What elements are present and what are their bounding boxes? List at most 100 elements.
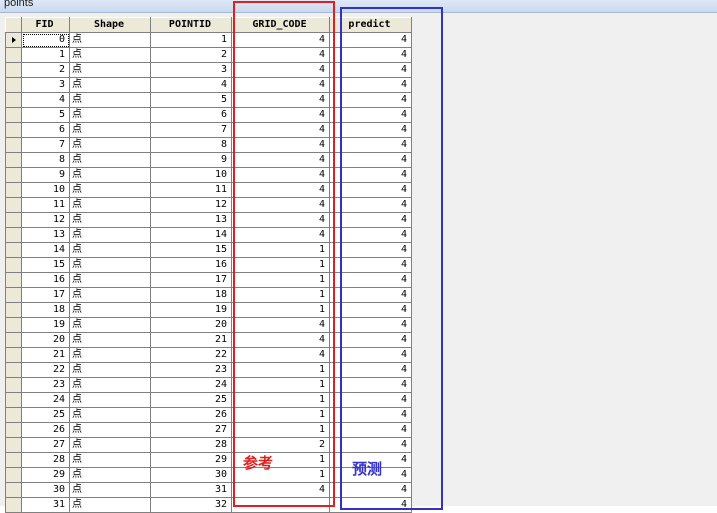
pointid-cell[interactable]: 29 [150,452,232,468]
shape-cell[interactable]: 点 [69,182,151,198]
fid-cell[interactable]: 16 [21,272,70,288]
shape-cell[interactable]: 点 [69,422,151,438]
pointid-cell[interactable]: 10 [150,167,232,183]
fid-cell[interactable]: 12 [21,212,70,228]
pointid-cell[interactable]: 24 [150,377,232,393]
fid-cell[interactable]: 11 [21,197,70,213]
shape-cell[interactable]: 点 [69,287,151,303]
fid-cell[interactable]: 18 [21,302,70,318]
row-selector[interactable] [5,482,22,498]
row-selector[interactable] [5,332,22,348]
shape-cell[interactable]: 点 [69,302,151,318]
row-selector[interactable] [5,152,22,168]
pointid-cell[interactable]: 20 [150,317,232,333]
shape-cell[interactable]: 点 [69,377,151,393]
pointid-cell[interactable]: 15 [150,242,232,258]
fid-cell[interactable]: 29 [21,467,70,483]
row-selector[interactable] [5,47,22,63]
row-selector[interactable] [5,407,22,423]
shape-cell[interactable]: 点 [69,467,151,483]
shape-cell[interactable]: 点 [69,62,151,78]
fid-cell[interactable]: 14 [21,242,70,258]
pointid-cell[interactable]: 5 [150,92,232,108]
row-selector[interactable] [5,62,22,78]
row-selector[interactable] [5,392,22,408]
fid-cell[interactable]: 13 [21,227,70,243]
shape-cell[interactable]: 点 [69,107,151,123]
pointid-cell[interactable]: 1 [150,32,232,48]
pointid-cell[interactable]: 27 [150,422,232,438]
fid-cell[interactable]: 7 [21,137,70,153]
fid-cell[interactable]: 1 [21,47,70,63]
pointid-cell[interactable]: 17 [150,272,232,288]
pointid-cell[interactable]: 16 [150,257,232,273]
row-selector[interactable] [5,32,22,48]
fid-cell[interactable]: 0 [21,32,70,48]
row-selector[interactable] [5,347,22,363]
fid-cell[interactable]: 3 [21,77,70,93]
pointid-cell[interactable]: 28 [150,437,232,453]
row-selector[interactable] [5,497,22,513]
fid-cell[interactable]: 2 [21,62,70,78]
row-selector[interactable] [5,212,22,228]
shape-cell[interactable]: 点 [69,32,151,48]
pointid-cell[interactable]: 9 [150,152,232,168]
pointid-cell[interactable]: 26 [150,407,232,423]
fid-cell[interactable]: 23 [21,377,70,393]
pointid-cell[interactable]: 30 [150,467,232,483]
row-selector[interactable] [5,362,22,378]
fid-cell[interactable]: 31 [21,497,70,513]
fid-cell[interactable]: 30 [21,482,70,498]
fid-cell[interactable]: 6 [21,122,70,138]
shape-cell[interactable]: 点 [69,227,151,243]
pointid-cell[interactable]: 31 [150,482,232,498]
shape-cell[interactable]: 点 [69,347,151,363]
row-selector[interactable] [5,437,22,453]
pointid-cell[interactable]: 12 [150,197,232,213]
pointid-cell[interactable]: 2 [150,47,232,63]
row-selector[interactable] [5,467,22,483]
shape-cell[interactable]: 点 [69,272,151,288]
shape-cell[interactable]: 点 [69,407,151,423]
row-selector[interactable] [5,422,22,438]
pointid-cell[interactable]: 19 [150,302,232,318]
shape-cell[interactable]: 点 [69,152,151,168]
shape-cell[interactable]: 点 [69,497,151,513]
pointid-cell[interactable]: 4 [150,77,232,93]
fid-cell[interactable]: 28 [21,452,70,468]
row-selector[interactable] [5,452,22,468]
row-selector[interactable] [5,227,22,243]
pointid-cell[interactable]: 32 [150,497,232,513]
pointid-cell[interactable]: 25 [150,392,232,408]
fid-cell[interactable]: 4 [21,92,70,108]
fid-cell[interactable]: 17 [21,287,70,303]
row-selector[interactable] [5,137,22,153]
row-selector[interactable] [5,272,22,288]
shape-cell[interactable]: 点 [69,77,151,93]
row-selector[interactable] [5,317,22,333]
column-header-shape[interactable]: Shape [69,17,151,33]
fid-cell[interactable]: 24 [21,392,70,408]
shape-cell[interactable]: 点 [69,92,151,108]
shape-cell[interactable]: 点 [69,242,151,258]
pointid-cell[interactable]: 8 [150,137,232,153]
shape-cell[interactable]: 点 [69,257,151,273]
row-selector[interactable] [5,167,22,183]
shape-cell[interactable]: 点 [69,212,151,228]
shape-cell[interactable]: 点 [69,362,151,378]
row-selector[interactable] [5,197,22,213]
column-header-fid[interactable]: FID [21,17,70,33]
shape-cell[interactable]: 点 [69,452,151,468]
fid-cell[interactable]: 20 [21,332,70,348]
fid-cell[interactable]: 15 [21,257,70,273]
pointid-cell[interactable]: 7 [150,122,232,138]
fid-cell[interactable]: 5 [21,107,70,123]
shape-cell[interactable]: 点 [69,437,151,453]
shape-cell[interactable]: 点 [69,392,151,408]
select-all-corner[interactable] [5,17,22,33]
row-selector[interactable] [5,77,22,93]
fid-cell[interactable]: 25 [21,407,70,423]
pointid-cell[interactable]: 3 [150,62,232,78]
shape-cell[interactable]: 点 [69,197,151,213]
shape-cell[interactable]: 点 [69,122,151,138]
